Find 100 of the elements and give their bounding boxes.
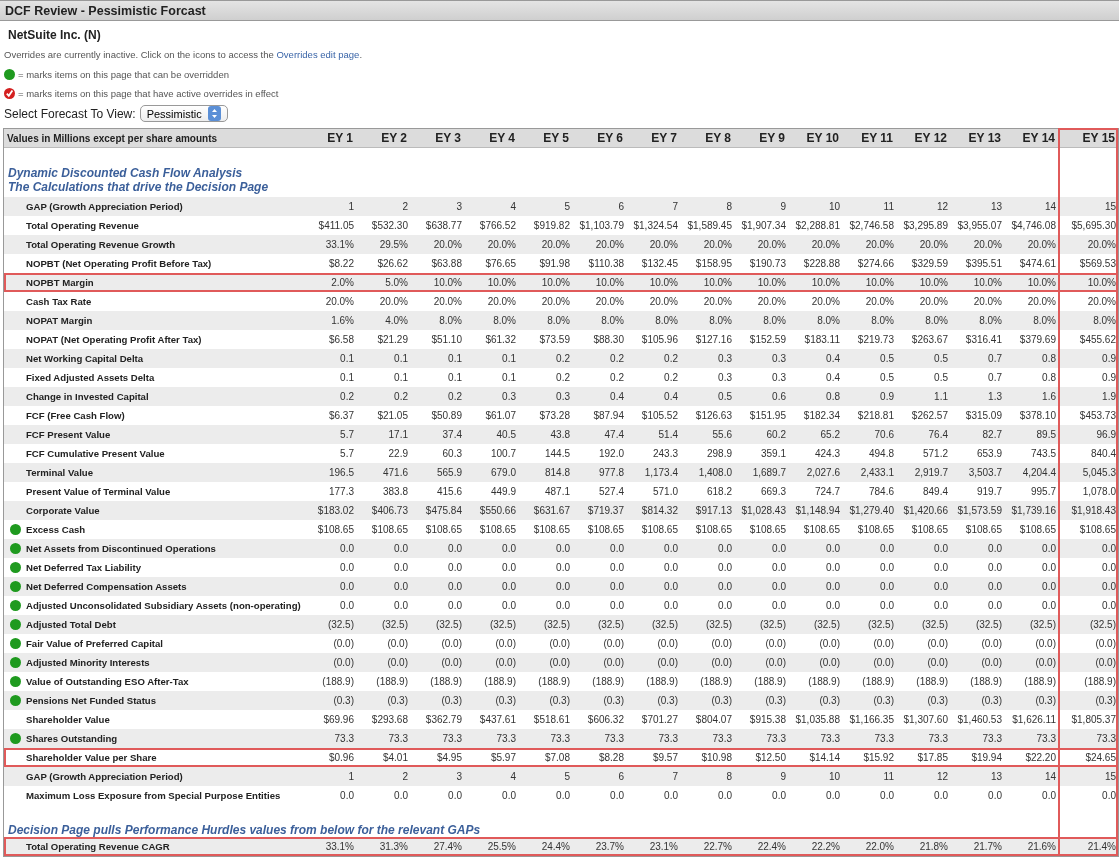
table-cell-text: 51.4 bbox=[657, 428, 679, 442]
table-cell-text: 8.0% bbox=[816, 314, 841, 328]
table-cell-text: $182.34 bbox=[802, 409, 841, 423]
table-cell-text: $455.62 bbox=[1078, 333, 1117, 347]
table-cell-text: 10.0% bbox=[756, 276, 787, 290]
table-cell-text: $63.88 bbox=[430, 257, 463, 271]
table-cell-text: 60.3 bbox=[441, 447, 463, 461]
table-cell-text: 487.1 bbox=[543, 485, 571, 499]
table-cell-text: $1,279.40 bbox=[848, 504, 895, 518]
table-cell-text: $110.38 bbox=[587, 257, 625, 271]
row-label: Excess Cash bbox=[26, 524, 86, 535]
table-cell-text: $4,746.08 bbox=[1010, 219, 1057, 233]
table-cell-text: (0.0) bbox=[332, 637, 355, 651]
table-cell-text: 8.0% bbox=[978, 314, 1003, 328]
table-cell-text: (32.5) bbox=[650, 618, 679, 632]
override-dot-icon[interactable] bbox=[9, 676, 21, 687]
table-cell-text: 13 bbox=[989, 770, 1003, 784]
table-cell-text: 10.0% bbox=[1086, 276, 1117, 290]
table-cell-text: (32.5) bbox=[920, 618, 949, 632]
override-dot-icon[interactable] bbox=[9, 619, 21, 630]
table-cell-text: 0.0 bbox=[339, 561, 355, 575]
table-cell-text: (32.5) bbox=[866, 618, 895, 632]
table-cell-text: 10.0% bbox=[810, 276, 841, 290]
override-dot-icon[interactable] bbox=[9, 562, 21, 573]
legend-text: = marks items on this page that have active overrides in effect bbox=[18, 87, 279, 99]
table-cell-text: 20.0% bbox=[702, 238, 733, 252]
table-cell-text: 23.1% bbox=[648, 840, 679, 854]
table-cell-text: (0.3) bbox=[764, 694, 787, 708]
table-cell-text: 0.5 bbox=[717, 390, 733, 404]
table-cell-text: $108.65 bbox=[802, 523, 841, 537]
table-cell-text: 0.0 bbox=[825, 789, 841, 803]
table-cell-text: (0.0) bbox=[818, 656, 841, 670]
table-cell-text: 20.0% bbox=[486, 295, 517, 309]
table-cell-text: 22.4% bbox=[756, 840, 787, 854]
table-cell-text: $50.89 bbox=[430, 409, 463, 423]
table-cell-text: 0.0 bbox=[663, 561, 679, 575]
table-cell-text: 0.1 bbox=[501, 371, 517, 385]
table-cell-text: (0.0) bbox=[764, 656, 787, 670]
row-label: Adjusted Minority Interests bbox=[26, 657, 150, 668]
table-cell-text: 0.2 bbox=[393, 390, 409, 404]
override-dot-icon[interactable] bbox=[9, 638, 21, 649]
row-label: Net Deferred Tax Liability bbox=[26, 562, 141, 573]
table-cell-text: 0.5 bbox=[933, 371, 949, 385]
table-cell-text: 144.5 bbox=[543, 447, 571, 461]
table-cell-text: 653.9 bbox=[975, 447, 1003, 461]
column-header: EY 13 bbox=[967, 130, 1002, 147]
table-cell-text: 3,503.7 bbox=[967, 466, 1003, 480]
table-cell-text: 0.0 bbox=[1041, 542, 1057, 556]
override-dot-icon[interactable] bbox=[9, 581, 21, 592]
table-cell-text: $24.65 bbox=[1084, 751, 1117, 765]
table-cell-text: $1,907.34 bbox=[740, 219, 787, 233]
table-cell-text: 840.4 bbox=[1089, 447, 1117, 461]
table-cell-text: (188.9) bbox=[645, 675, 679, 689]
table-cell-text: (32.5) bbox=[596, 618, 625, 632]
table-cell-text: 3 bbox=[455, 200, 463, 214]
table-cell-text: (0.0) bbox=[1034, 637, 1057, 651]
table-cell-text: (0.3) bbox=[656, 694, 679, 708]
table-cell-text: 10.0% bbox=[648, 276, 679, 290]
table-cell-text: 4.0% bbox=[384, 314, 409, 328]
table-cell-text: 0.0 bbox=[609, 599, 625, 613]
table-cell-text: 0.2 bbox=[609, 371, 625, 385]
row-label: Corporate Value bbox=[26, 505, 100, 516]
table-cell-text: (0.0) bbox=[386, 656, 409, 670]
table-cell-text: 0.0 bbox=[987, 789, 1003, 803]
row-label: Value of Outstanding ESO After-Tax bbox=[26, 676, 189, 687]
override-dot-icon[interactable] bbox=[9, 524, 21, 535]
table-cell-text: 15 bbox=[1103, 200, 1117, 214]
forecast-select[interactable]: Pessimistic bbox=[139, 105, 228, 122]
table-cell-text: $631.67 bbox=[532, 504, 571, 518]
table-cell-text: (0.0) bbox=[494, 656, 517, 670]
table-cell-text: 8.0% bbox=[438, 314, 463, 328]
table-cell-text: $0.96 bbox=[327, 751, 355, 765]
table-cell-text: 17.1 bbox=[387, 428, 409, 442]
table-cell-text: 20.0% bbox=[540, 295, 571, 309]
row-label: Total Operating Revenue bbox=[26, 220, 139, 231]
table-cell-text: 23.7% bbox=[594, 840, 625, 854]
table-cell-text: 20.0% bbox=[702, 295, 733, 309]
table-cell-text: $151.95 bbox=[748, 409, 787, 423]
table-cell-text: 0.0 bbox=[987, 599, 1003, 613]
table-cell-text: $262.57 bbox=[910, 409, 949, 423]
table-cell-text: 7 bbox=[671, 200, 679, 214]
table-cell-text: $606.32 bbox=[586, 713, 625, 727]
table-cell-text: 0.0 bbox=[1041, 599, 1057, 613]
override-dot-icon[interactable] bbox=[9, 733, 21, 744]
table-cell-text: (32.5) bbox=[542, 618, 571, 632]
override-dot-icon[interactable] bbox=[9, 543, 21, 554]
table-cell-text: 1,173.4 bbox=[643, 466, 679, 480]
table-cell-text: $406.73 bbox=[370, 504, 409, 518]
table-cell-text: 0.0 bbox=[609, 580, 625, 594]
table-cell-text: 0.0 bbox=[771, 599, 787, 613]
override-dot-icon[interactable] bbox=[9, 695, 21, 706]
table-cell-text: 89.5 bbox=[1035, 428, 1057, 442]
table-cell-text: 8.0% bbox=[546, 314, 571, 328]
override-dot-icon[interactable] bbox=[9, 600, 21, 611]
table-cell-text: $1,573.59 bbox=[956, 504, 1003, 518]
override-dot-icon[interactable] bbox=[9, 657, 21, 668]
table-cell-text: (188.9) bbox=[1083, 675, 1117, 689]
row-label: Shareholder Value per Share bbox=[26, 752, 157, 763]
table-cell-text: 20.0% bbox=[756, 238, 787, 252]
table-cell-text: 10 bbox=[827, 770, 841, 784]
